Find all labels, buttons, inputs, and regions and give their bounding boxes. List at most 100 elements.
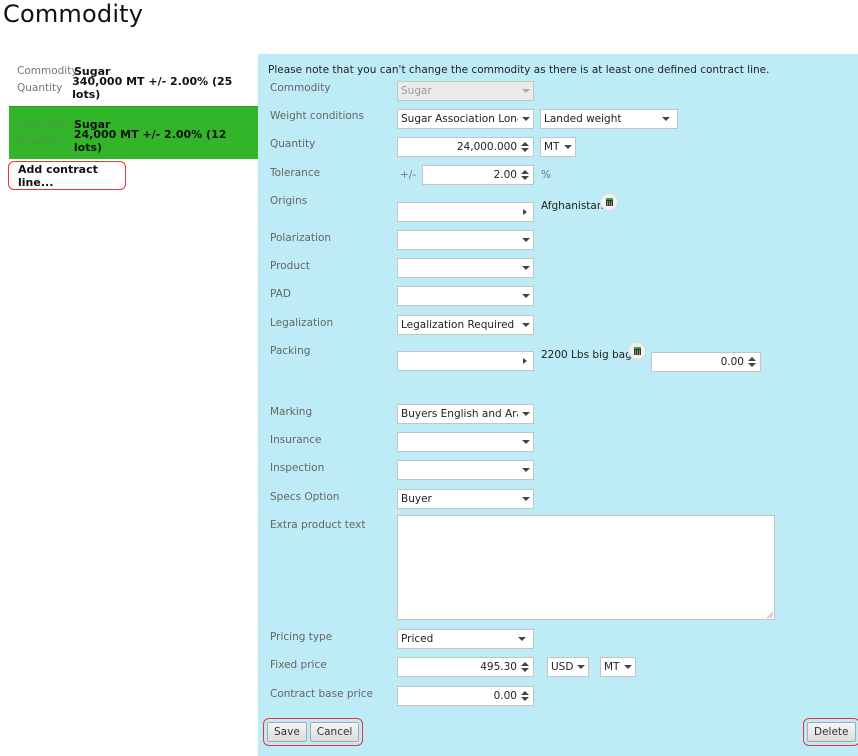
origins-picker[interactable]	[397, 202, 534, 222]
chevron-down-icon	[522, 412, 530, 416]
chevron-down-icon	[522, 117, 530, 121]
packing-label: Packing	[270, 345, 311, 357]
spinner-icon[interactable]	[521, 170, 529, 180]
tolerance-suffix: %	[541, 169, 551, 181]
trash-icon	[633, 347, 641, 355]
trash-icon	[605, 198, 613, 206]
packing-item: 2200 Lbs big bags	[541, 349, 638, 361]
quantity-input-value: 24,000.000	[456, 141, 517, 153]
contract-base-price-value: 0.00	[493, 690, 517, 702]
packing-quantity-value: 0.00	[720, 356, 744, 368]
spinner-icon[interactable]	[748, 357, 756, 367]
specs-option-label: Specs Option	[270, 491, 340, 503]
chevron-down-icon	[564, 145, 572, 149]
specs-option-select[interactable]: Buyer	[397, 489, 534, 509]
cancel-button[interactable]: Cancel	[309, 722, 360, 742]
polarization-label: Polarization	[270, 232, 332, 244]
tolerance-prefix: +/-	[400, 169, 417, 181]
quantity-value: 24,000 MT +/- 2.00% (12 lots)	[73, 128, 227, 154]
save-cancel-group: Save Cancel	[263, 718, 364, 746]
chevron-down-icon	[522, 323, 530, 327]
chevron-down-icon	[522, 89, 530, 93]
tolerance-label: Tolerance	[270, 167, 321, 179]
packing-quantity-input[interactable]: 0.00	[651, 352, 761, 372]
price-unit-select[interactable]: MT	[600, 657, 636, 677]
quantity-input[interactable]: 24,000.000	[397, 137, 534, 157]
contract-base-price-label: Contract base price	[270, 688, 374, 700]
contract-line-form: Please note that you can't change the co…	[258, 54, 858, 756]
weight-conditions-label: Weight conditions	[270, 110, 364, 122]
packing-picker[interactable]	[397, 351, 534, 371]
chevron-down-icon	[662, 117, 670, 121]
delete-button[interactable]: Delete	[807, 722, 856, 742]
quantity-label: Quantity	[17, 82, 63, 94]
legalization-label: Legalization	[270, 317, 334, 329]
delete-group: Delete	[803, 718, 858, 746]
extra-product-text-input[interactable]	[397, 515, 775, 620]
commodity-select: Sugar	[397, 81, 534, 101]
page-title: Commodity	[3, 0, 144, 28]
contract-line-item[interactable]: Commodity Sugar Quantity 340,000 MT +/- …	[9, 58, 258, 108]
chevron-down-icon	[577, 665, 585, 669]
resize-handle-icon[interactable]	[766, 611, 773, 618]
spinner-icon[interactable]	[521, 662, 529, 672]
currency-select[interactable]: USD	[547, 657, 589, 677]
weight-conditions-select[interactable]: Sugar Association Lond...	[397, 109, 534, 129]
spinner-icon[interactable]	[521, 142, 529, 152]
inspection-select[interactable]	[397, 460, 534, 480]
chevron-down-icon	[522, 294, 530, 298]
inspection-label: Inspection	[270, 462, 325, 474]
contract-base-price-input[interactable]: 0.00	[397, 686, 534, 706]
specs-option-value: Buyer	[401, 493, 432, 505]
commodity-label: Commodity	[270, 82, 331, 94]
pricing-type-label: Pricing type	[270, 631, 333, 643]
polarization-select[interactable]	[397, 230, 534, 250]
origins-label: Origins	[270, 195, 308, 207]
commodity-label: Commodity	[17, 118, 78, 130]
marking-label: Marking	[270, 406, 313, 418]
price-unit-value: MT	[604, 661, 620, 673]
notice-text: Please note that you can't change the co…	[268, 64, 770, 76]
add-contract-line-button[interactable]: Add contract line...	[8, 161, 126, 190]
weight-conditions-value: Sugar Association Lond...	[401, 113, 518, 125]
pricing-type-select[interactable]: Priced	[397, 629, 534, 649]
legalization-select[interactable]: Legalization Required	[397, 315, 534, 335]
product-select[interactable]	[397, 258, 534, 278]
product-label: Product	[270, 260, 310, 272]
save-button[interactable]: Save	[267, 722, 307, 742]
chevron-down-icon	[522, 266, 530, 270]
weight-type-select[interactable]: Landed weight	[540, 109, 678, 129]
origin-item: Afghanistan	[541, 200, 604, 212]
tolerance-input[interactable]: 2.00	[422, 165, 534, 185]
pad-label: PAD	[270, 288, 291, 300]
delete-origin-button[interactable]	[600, 193, 618, 211]
quantity-unit-value: MT	[544, 141, 560, 153]
legalization-value: Legalization Required	[401, 319, 515, 331]
chevron-down-icon	[624, 665, 632, 669]
extra-product-text-label: Extra product text	[270, 519, 366, 531]
fixed-price-value: 495.30	[480, 661, 517, 673]
quantity-value: 340,000 MT +/- 2.00% (25 lots)	[72, 75, 233, 101]
chevron-down-icon	[522, 497, 530, 501]
fixed-price-input[interactable]: 495.30	[397, 657, 534, 677]
pricing-type-value: Priced	[401, 633, 434, 645]
chevron-right-icon	[523, 358, 527, 364]
insurance-label: Insurance	[270, 434, 322, 446]
spinner-icon[interactable]	[521, 691, 529, 701]
commodity-label: Commodity	[17, 65, 78, 77]
insurance-select[interactable]	[397, 432, 534, 452]
chevron-down-icon	[518, 637, 526, 641]
marking-select[interactable]: Buyers English and Ara...	[397, 404, 534, 424]
weight-type-value: Landed weight	[544, 113, 622, 125]
currency-value: USD	[551, 661, 573, 673]
quantity-label: Quantity	[270, 138, 316, 150]
delete-packing-button[interactable]	[628, 342, 646, 360]
chevron-down-icon	[522, 238, 530, 242]
quantity-unit-select[interactable]: MT	[540, 137, 576, 157]
contract-line-item-selected[interactable]: Commodity Sugar Quantity 24,000 MT +/- 2…	[9, 106, 258, 159]
pad-select[interactable]	[397, 286, 534, 306]
marking-value: Buyers English and Ara...	[401, 408, 518, 420]
commodity-select-value: Sugar	[401, 85, 432, 97]
fixed-price-label: Fixed price	[270, 659, 327, 671]
chevron-down-icon	[522, 468, 530, 472]
